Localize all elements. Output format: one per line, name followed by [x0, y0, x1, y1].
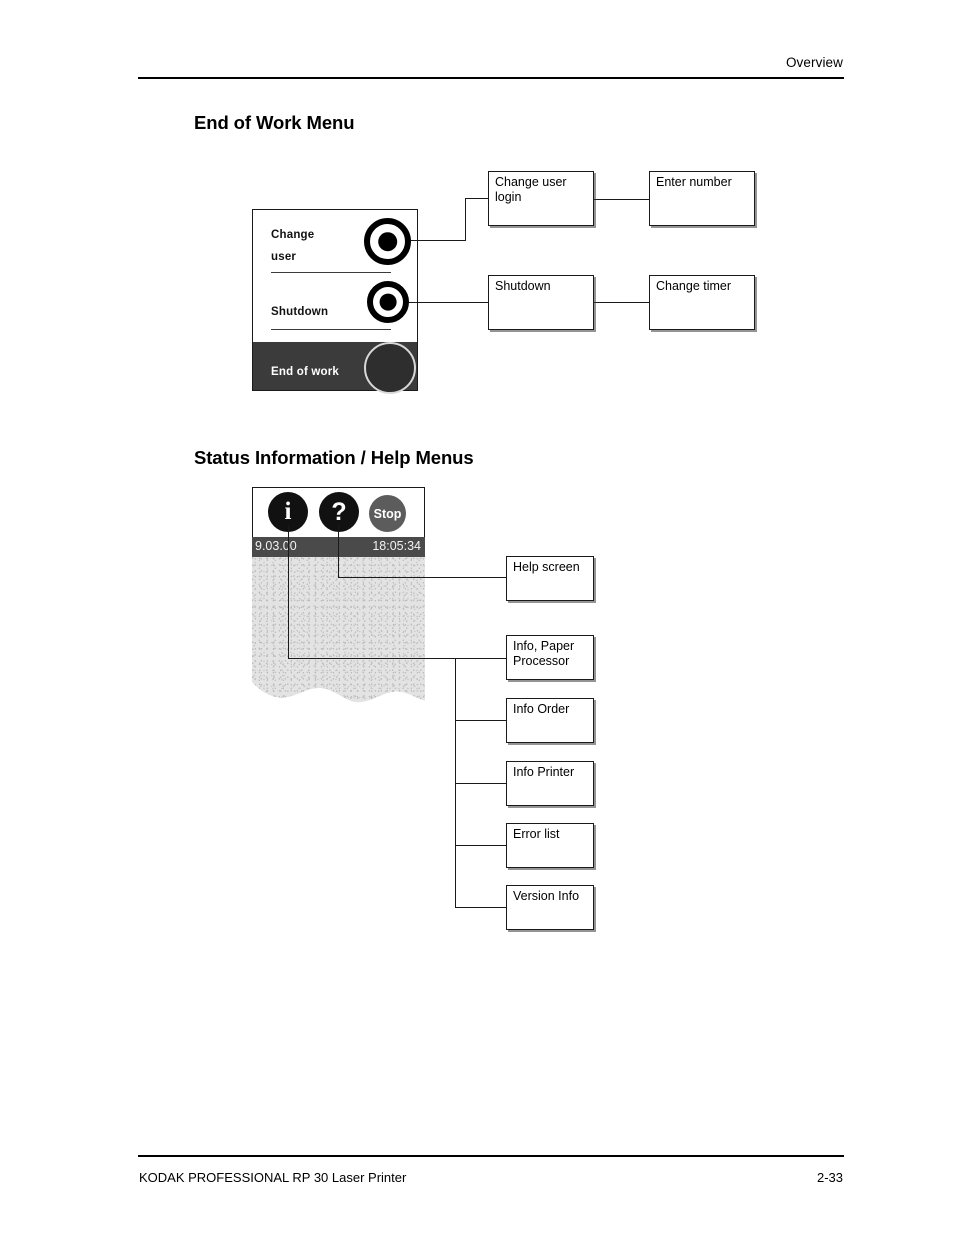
panel-row-divider-change-user — [271, 272, 391, 273]
flowbox-help-screen-label: Help screen — [513, 560, 580, 574]
connector-shutdown-to-change-timer — [594, 302, 649, 304]
connector-change-user-v — [465, 198, 467, 241]
flowbox-version-info-label: Version Info — [513, 889, 580, 903]
flowbox-enter-number[interactable]: Enter number — [649, 171, 755, 226]
flowbox-shutdown-label: Shutdown — [495, 279, 551, 293]
connector-help-v — [338, 525, 340, 578]
flowbox-help-screen[interactable]: Help screen — [506, 556, 594, 601]
end-of-work-button[interactable] — [364, 342, 416, 394]
status-bar-date: 9.03.00 — [255, 539, 297, 553]
flowbox-info-order-label: Info Order — [513, 702, 570, 716]
flowbox-info-paper-processor[interactable]: Info, Paper Processor — [506, 635, 594, 680]
connector-help-h — [338, 577, 507, 579]
flowbox-info-printer-label: Info Printer — [513, 765, 575, 779]
flowbox-shutdown[interactable]: Shutdown — [488, 275, 594, 330]
flowbox-info-printer[interactable]: Info Printer — [506, 761, 594, 806]
flowbox-change-timer-label: Change timer — [656, 279, 732, 293]
connector-info-v — [288, 525, 290, 659]
connector-login-to-enter-number — [594, 199, 649, 201]
flowbox-enter-number-label: Enter number — [656, 175, 732, 189]
stop-icon[interactable]: Stop — [369, 495, 406, 532]
flowbox-change-user-login[interactable]: Change user login — [488, 171, 594, 226]
status-bar-time: 18:05:34 — [372, 539, 421, 553]
footer-document-title: KODAK PROFESSIONAL RP 30 Laser Printer — [139, 1170, 407, 1185]
panel-row-label-change: Change — [271, 229, 315, 241]
panel-end-of-work-label: End of work — [271, 366, 340, 378]
footer-page-number: 2-33 — [816, 1170, 843, 1185]
connector-change-user-h1 — [411, 240, 466, 242]
running-header: Overview — [785, 55, 843, 70]
connector-info-h — [288, 658, 507, 660]
change-user-button[interactable] — [364, 218, 411, 265]
flowbox-change-user-login-label: Change user login — [495, 175, 567, 204]
flowbox-change-timer[interactable]: Change timer — [649, 275, 755, 330]
info-icon-glyph: i — [284, 498, 292, 525]
torn-edge-graphic — [252, 682, 425, 723]
connector-change-user-h2 — [465, 198, 489, 200]
footer-rule — [138, 1155, 844, 1157]
connector-branch-info-order — [455, 720, 507, 722]
section-heading-status-help: Status Information / Help Menus — [194, 447, 474, 468]
flowbox-info-paper-processor-label: Info, Paper Processor — [513, 639, 575, 668]
flowbox-error-list[interactable]: Error list — [506, 823, 594, 868]
panel-row-label-user: user — [271, 251, 297, 263]
connector-branch-info-printer — [455, 783, 507, 785]
stop-icon-glyph: Stop — [373, 506, 402, 521]
document-page: Overview End of Work Menu Change user Sh… — [0, 0, 954, 1235]
shutdown-button[interactable] — [367, 281, 409, 323]
header-rule — [138, 77, 844, 79]
help-icon-glyph: ? — [331, 497, 347, 526]
connector-branch-error-list — [455, 845, 507, 847]
panel-row-divider-shutdown — [271, 329, 391, 330]
connector-shutdown-h — [409, 302, 489, 304]
connector-branch-version-info — [455, 907, 507, 909]
flowbox-info-order[interactable]: Info Order — [506, 698, 594, 743]
flowbox-error-list-label: Error list — [513, 827, 560, 841]
section-heading-end-of-work: End of Work Menu — [194, 112, 355, 133]
panel-row-label-shutdown: Shutdown — [271, 306, 329, 318]
status-screen-body — [252, 557, 425, 723]
flowbox-version-info[interactable]: Version Info — [506, 885, 594, 930]
